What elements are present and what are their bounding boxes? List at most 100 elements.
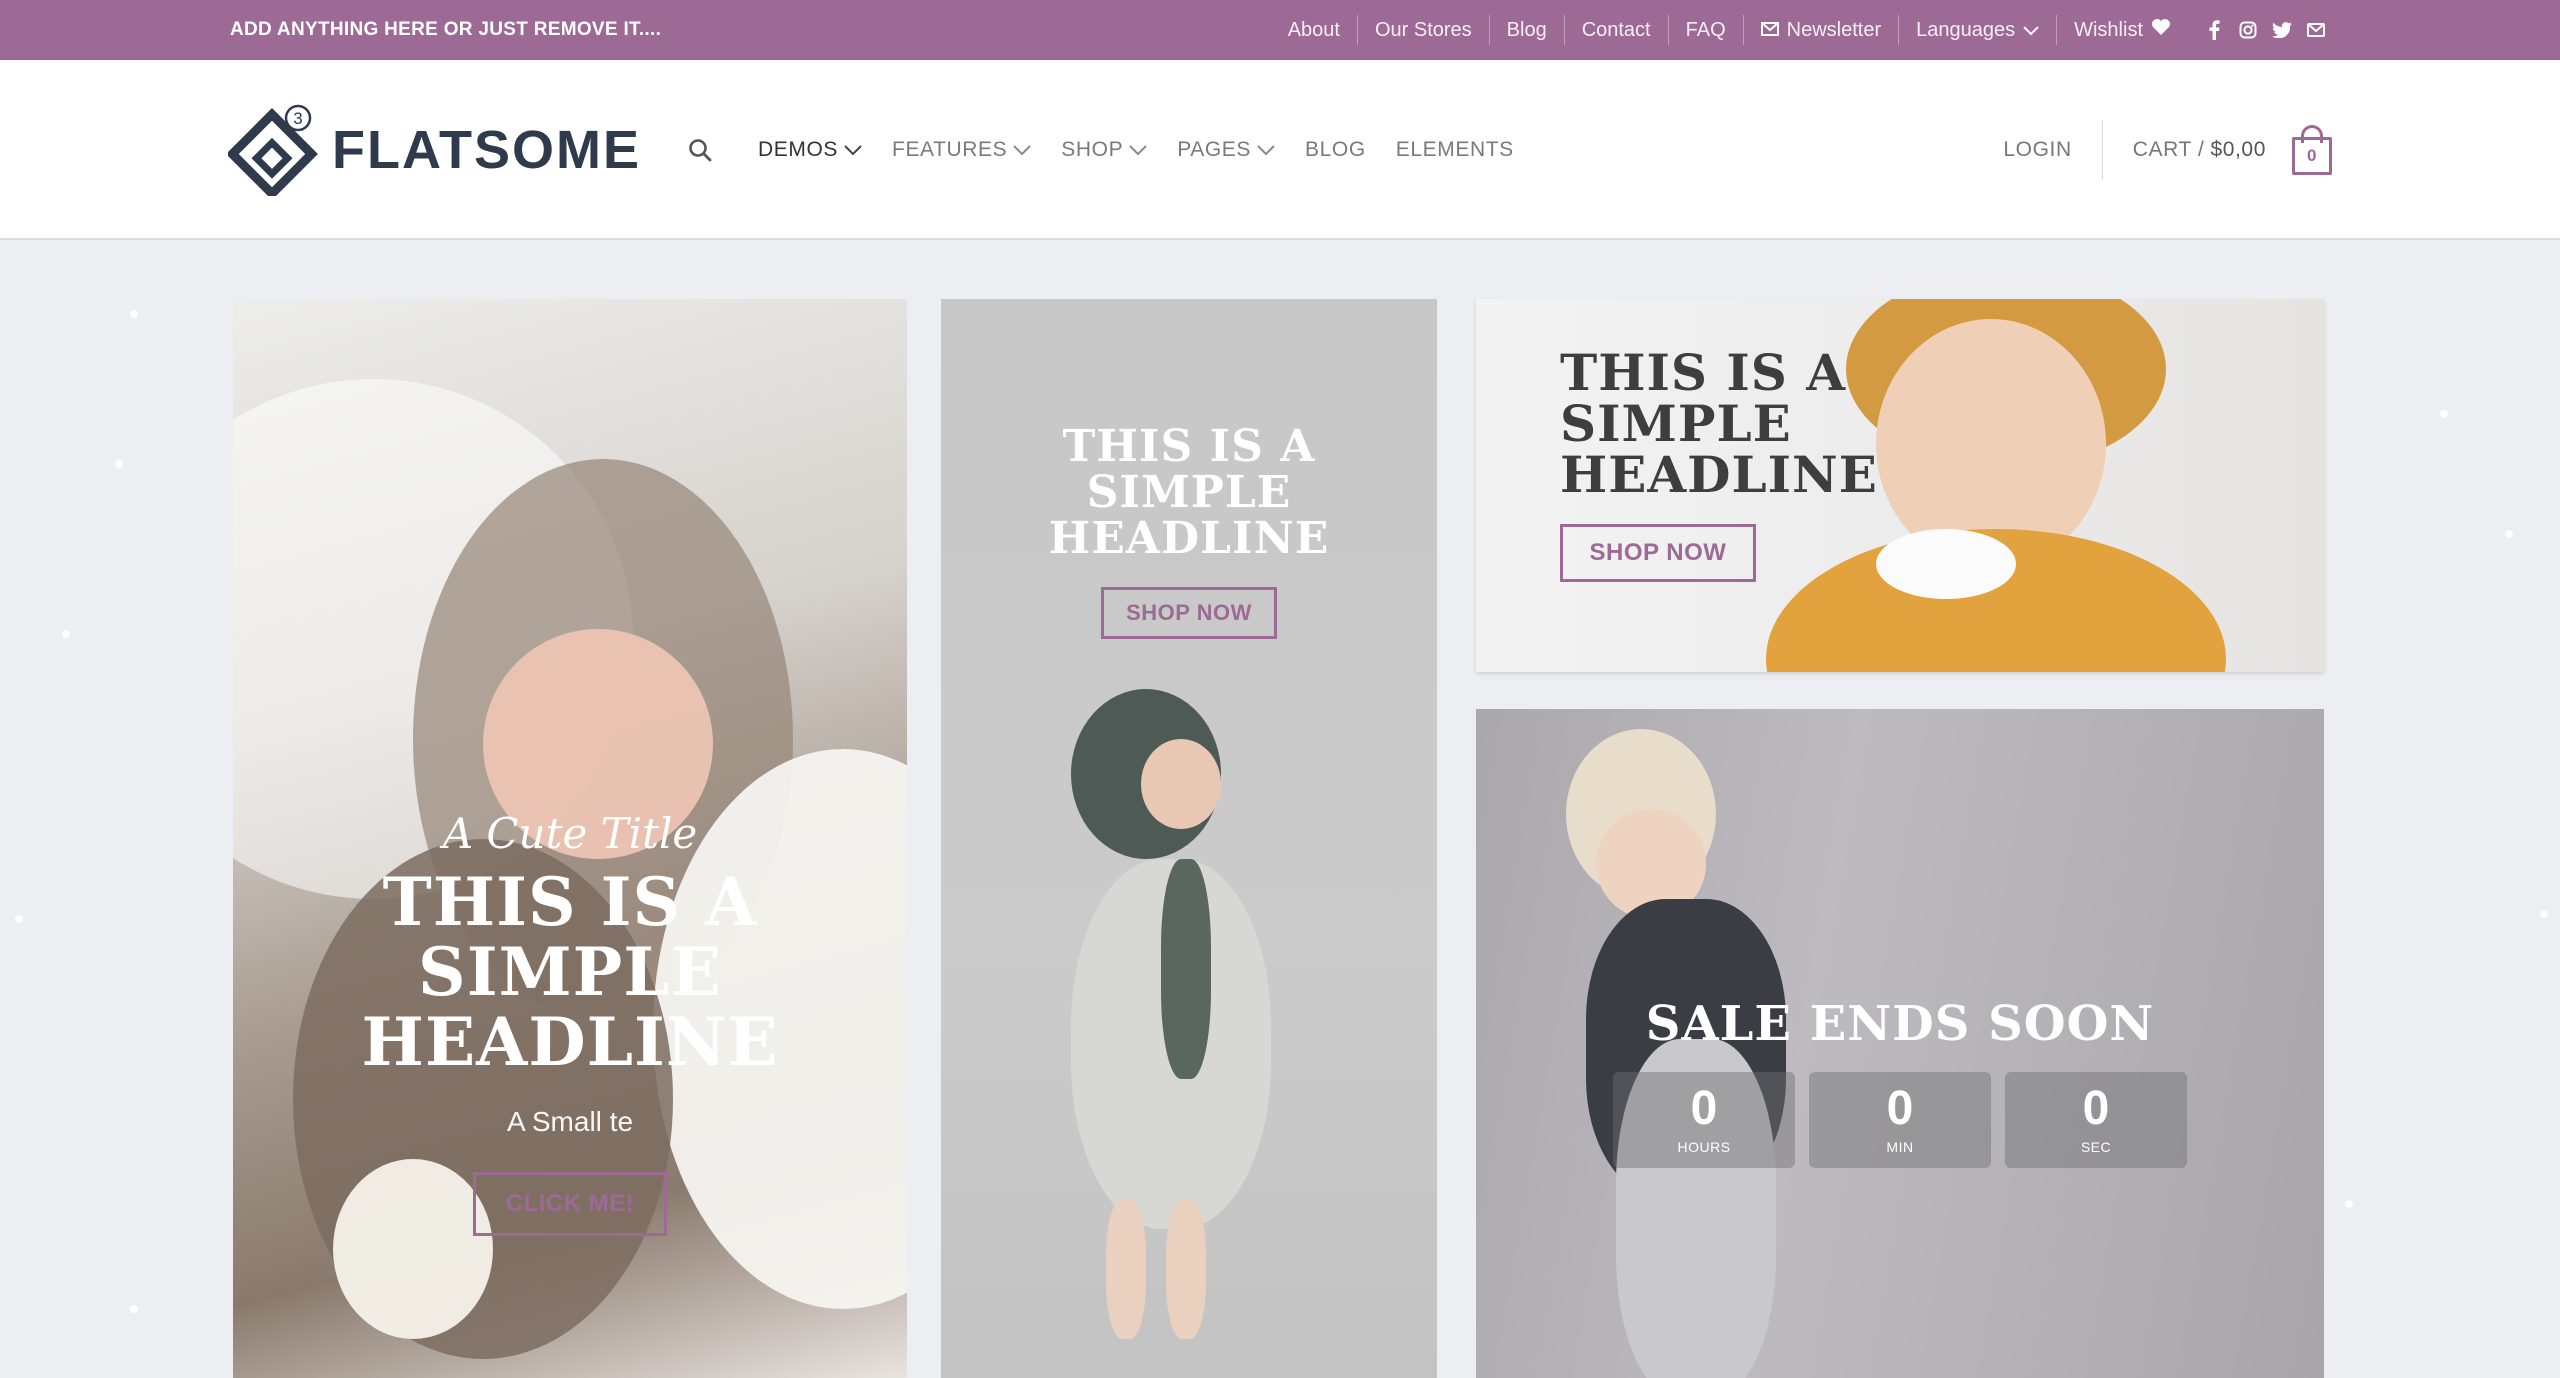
top-link-languages[interactable]: Languages <box>1898 15 2056 45</box>
main-nav: DEMOS FEATURES SHOP PAGES BLOG ELEMENTS <box>688 120 1514 180</box>
instagram-icon[interactable] <box>2238 20 2258 40</box>
banner-headline: THIS IS A SIMPLE HEADLINE <box>1560 347 1878 500</box>
cart-link[interactable]: CART / $0,00 0 <box>2103 125 2332 175</box>
header-account: LOGIN CART / $0,00 0 <box>2003 114 2332 186</box>
banner-tile-baby[interactable]: A Cute Title THIS IS A SIMPLE HEADLINE A… <box>233 299 907 1378</box>
cart-count: 0 <box>2292 137 2332 175</box>
chevron-down-icon <box>844 138 862 162</box>
nav-features[interactable]: FEATURES <box>892 138 1031 162</box>
top-nav: About Our Stores Blog Contact FAQ Newsle… <box>1271 0 2326 60</box>
click-me-button[interactable]: CLICK ME! <box>473 1171 667 1236</box>
snow-dot <box>2540 910 2548 918</box>
snow-dot <box>2440 410 2448 418</box>
snow-dot <box>130 1305 138 1313</box>
nav-pages-label: PAGES <box>1177 138 1252 161</box>
banner-tile-hat[interactable]: THIS IS A SIMPLE HEADLINE SHOP NOW <box>1476 299 2324 672</box>
heart-icon <box>2151 18 2171 42</box>
nav-shop-label: SHOP <box>1061 138 1124 161</box>
banner-headline: THIS IS A SIMPLE HEADLINE <box>941 421 1437 565</box>
countdown-min: 0 MIN <box>1809 1071 1991 1168</box>
banner-text-block: A Cute Title THIS IS A SIMPLE HEADLINE A… <box>233 809 907 1236</box>
promo-text: ADD ANYTHING HERE OR JUST REMOVE IT.... <box>230 19 662 40</box>
headline-line-1: THIS IS A <box>382 863 758 941</box>
snow-dot <box>2345 1200 2353 1208</box>
banner-text-block: THIS IS A SIMPLE HEADLINE SHOP NOW <box>1560 347 1878 582</box>
banner-tile-sale[interactable]: SALE ENDS SOON 0 HOURS 0 MIN 0 SEC <box>1476 709 2324 1378</box>
countdown-hours: 0 HOURS <box>1613 1071 1795 1168</box>
shop-now-button[interactable]: SHOP NOW <box>1101 586 1277 639</box>
nav-pages[interactable]: PAGES <box>1177 138 1275 162</box>
languages-label: Languages <box>1916 18 2016 41</box>
cart-amount: $0,00 <box>2210 138 2266 161</box>
cart-label: CART / <box>2132 138 2205 161</box>
top-link-blog[interactable]: Blog <box>1488 15 1564 45</box>
twitter-icon[interactable] <box>2272 20 2292 40</box>
nav-blog[interactable]: BLOG <box>1305 138 1366 162</box>
headline-line-1: THIS IS A <box>1560 343 1847 402</box>
sale-headline: SALE ENDS SOON <box>1645 996 2155 1052</box>
banner-photo <box>1876 529 2016 599</box>
nav-demos-label: DEMOS <box>758 138 839 161</box>
banner-photo <box>1166 1199 1206 1339</box>
banner-headline: THIS IS A SIMPLE HEADLINE <box>233 863 907 1081</box>
top-bar: ADD ANYTHING HERE OR JUST REMOVE IT.... … <box>0 0 2560 60</box>
site-header: 3 FLATSOME DEMOS FEATURES SHOP PAGES BLO… <box>0 60 2560 240</box>
small-text: A Small te <box>506 1105 634 1137</box>
countdown-sec-label: SEC <box>2080 1138 2112 1155</box>
top-link-contact[interactable]: Contact <box>1563 15 1668 45</box>
nav-features-label: FEATURES <box>892 138 1008 161</box>
chevron-down-icon <box>1257 138 1275 162</box>
countdown-sec-value: 0 <box>2082 1081 2110 1135</box>
headline-line-2: SIMPLE <box>418 932 722 1011</box>
social-links <box>2188 20 2326 40</box>
chevron-down-icon <box>1129 138 1147 162</box>
logo-badge: 3 <box>293 109 302 128</box>
countdown-sec: 0 SEC <box>2005 1071 2187 1168</box>
top-link-faq[interactable]: FAQ <box>1667 15 1743 45</box>
brand-name: FLATSOME <box>332 120 641 180</box>
newsletter-label: Newsletter <box>1786 18 1882 41</box>
wishlist-label: Wishlist <box>2074 18 2143 41</box>
snow-dot <box>62 630 70 638</box>
mail-icon[interactable] <box>2306 20 2326 40</box>
headline-line-2: SIMPLE <box>1086 467 1292 519</box>
envelope-icon <box>1760 19 1779 42</box>
countdown-hours-label: HOURS <box>1677 1138 1731 1155</box>
headline-line-3: HEADLINE <box>1048 513 1330 565</box>
banner-photo <box>1161 859 1211 1079</box>
banner-text-block: THIS IS A SIMPLE HEADLINE SHOP NOW <box>941 421 1437 639</box>
banner-photo <box>1106 1199 1146 1339</box>
snow-dot <box>115 460 123 468</box>
snow-dot <box>2505 530 2513 538</box>
facebook-icon[interactable] <box>2204 20 2224 40</box>
countdown-hours-value: 0 <box>1690 1081 1718 1135</box>
countdown-min-value: 0 <box>1886 1081 1914 1135</box>
countdown-min-label: MIN <box>1886 1138 1914 1155</box>
snow-dot <box>130 310 138 318</box>
search-icon[interactable] <box>688 138 712 162</box>
nav-elements[interactable]: ELEMENTS <box>1396 138 1514 162</box>
script-title: A Cute Title <box>442 809 698 858</box>
logo-mark-icon: 3 <box>228 104 318 196</box>
shop-now-button[interactable]: SHOP NOW <box>1560 524 1756 582</box>
headline-line-3: HEADLINE <box>1560 445 1878 504</box>
top-link-our-stores[interactable]: Our Stores <box>1356 15 1489 45</box>
countdown-timer: 0 HOURS 0 MIN 0 SEC <box>1476 1071 2324 1168</box>
headline-line-1: THIS IS A <box>1062 421 1316 472</box>
headline-line-2: SIMPLE <box>1560 394 1792 453</box>
countdown-block: SALE ENDS SOON 0 HOURS 0 MIN 0 SEC <box>1476 999 2324 1168</box>
nav-demos[interactable]: DEMOS <box>758 138 862 162</box>
banner-tile-girl[interactable]: THIS IS A SIMPLE HEADLINE SHOP NOW <box>941 299 1437 1378</box>
cart-bag-icon[interactable]: 0 <box>2292 125 2332 175</box>
chevron-down-icon <box>2023 19 2039 42</box>
headline-line-3: HEADLINE <box>361 1002 779 1081</box>
nav-shop[interactable]: SHOP <box>1061 138 1147 162</box>
top-link-about[interactable]: About <box>1271 15 1357 45</box>
chevron-down-icon <box>1013 138 1031 162</box>
snow-dot <box>15 915 23 923</box>
login-link[interactable]: LOGIN <box>2003 138 2101 162</box>
top-link-wishlist[interactable]: Wishlist <box>2056 15 2188 45</box>
site-logo[interactable]: 3 FLATSOME <box>228 104 641 196</box>
top-link-newsletter[interactable]: Newsletter <box>1742 15 1898 45</box>
banner-photo <box>1141 739 1221 829</box>
